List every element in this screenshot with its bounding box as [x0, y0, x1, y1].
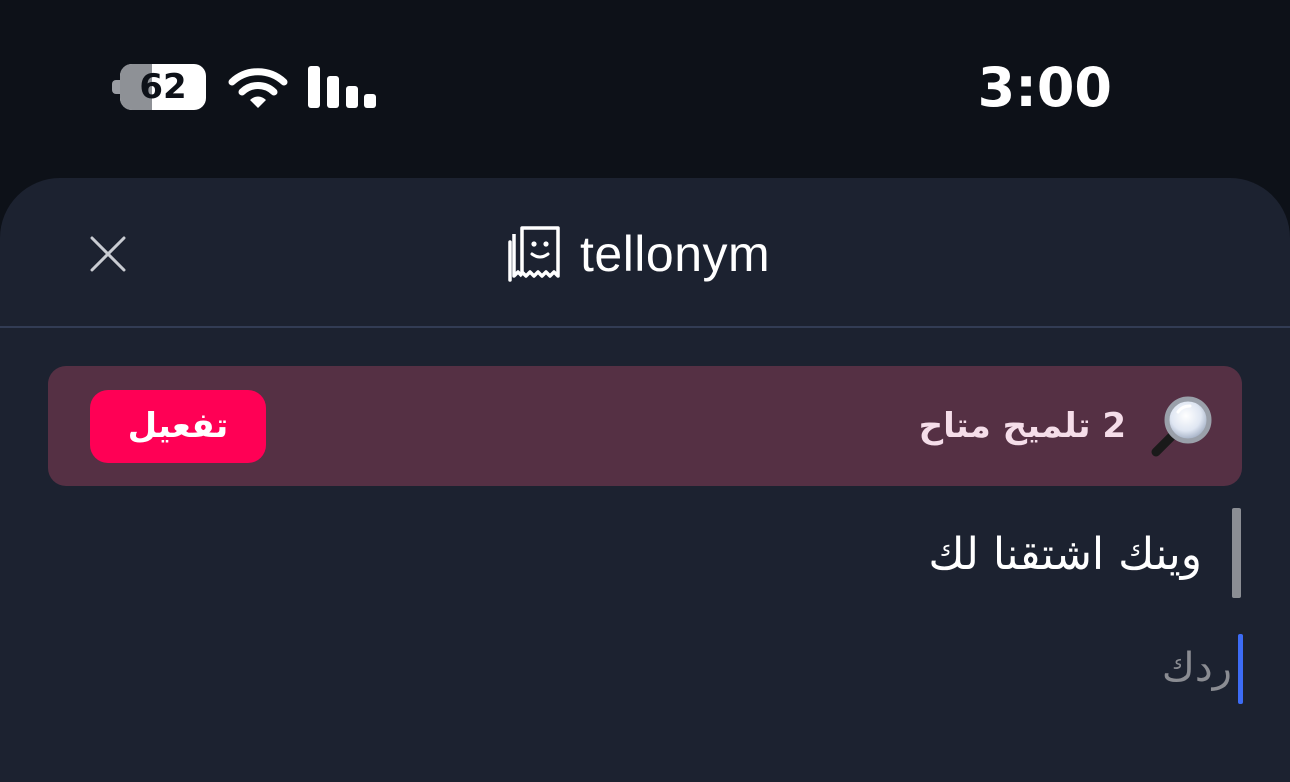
battery-icon: 62 [112, 64, 208, 110]
battery-body: 62 [120, 64, 206, 110]
logo-wordmark: tellonym [580, 226, 771, 282]
app-logo: tellonym [508, 222, 788, 286]
cellular-signal-icon [308, 66, 376, 108]
header-divider [0, 326, 1290, 328]
hint-count-text: 2 تلميح متاح [918, 406, 1126, 446]
answer-input[interactable] [700, 634, 1234, 702]
question-quote-bar [1232, 508, 1241, 598]
status-bar: 62 3:00 [0, 0, 1290, 178]
wifi-icon [228, 68, 288, 108]
magnifying-glass-icon [1151, 396, 1212, 457]
activate-hint-button[interactable]: تفعيل [90, 390, 266, 463]
tellonym-logo-icon [508, 226, 560, 282]
battery-level: 62 [139, 67, 187, 107]
text-caret [1238, 634, 1243, 704]
close-icon[interactable] [84, 230, 132, 278]
status-time: 3:00 [977, 56, 1112, 119]
compose-sheet: tellonym تفعيل 2 تلميح متاح وينك اشتقنا … [0, 178, 1290, 782]
hint-banner: تفعيل 2 تلميح متاح [48, 366, 1242, 486]
question-text: وينك اشتقنا لك [928, 529, 1202, 580]
